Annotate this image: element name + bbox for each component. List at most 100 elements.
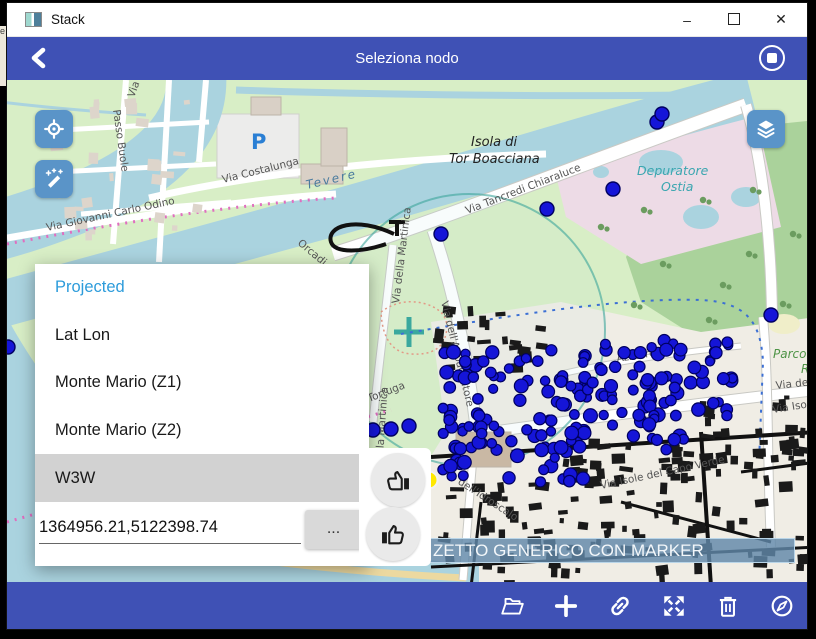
map-node-marker [665, 395, 676, 406]
map-building [154, 212, 165, 223]
map-node-marker [478, 356, 489, 367]
menu-item-montemario-z1[interactable]: Monte Mario (Z1) [35, 359, 369, 407]
map-building [88, 153, 98, 164]
map-street-label: Depuratore [637, 163, 709, 178]
map-building [796, 564, 804, 571]
map-building [563, 458, 570, 467]
map-tree-icon [712, 319, 717, 324]
map-node-marker [542, 385, 555, 398]
menu-item-w3w[interactable]: W3W [35, 454, 369, 502]
map-building [495, 312, 505, 317]
map-node-marker [643, 418, 656, 431]
map-node-marker [565, 426, 579, 440]
menu-item-latlon[interactable]: Lat Lon [35, 312, 369, 360]
map-building [479, 316, 486, 328]
open-folder-button[interactable] [499, 593, 525, 619]
map-node-marker [577, 472, 590, 485]
map-building [93, 102, 99, 112]
minimize-button[interactable]: – [677, 12, 697, 28]
stop-record-button[interactable] [759, 45, 785, 71]
layers-button[interactable] [747, 110, 785, 148]
map-building [457, 321, 468, 330]
map-building [160, 171, 174, 178]
map-building [81, 197, 93, 208]
locate-button[interactable] [35, 110, 73, 148]
map-tree-icon [641, 207, 647, 213]
coordinate-input[interactable] [39, 514, 301, 544]
map-node-marker [578, 358, 588, 368]
map-node-marker [546, 427, 555, 436]
thumb-confirm-button[interactable] [366, 507, 420, 561]
map-tree-icon [752, 253, 757, 258]
map-tree-icon [598, 224, 604, 230]
map-tree-icon [700, 197, 706, 203]
map-building [522, 522, 528, 530]
map-tree-icon [706, 317, 712, 323]
map-node-marker [514, 379, 528, 393]
compass-button[interactable] [769, 593, 795, 619]
map-tree-icon [631, 302, 637, 308]
menu-item-montemario-z2[interactable]: Monte Mario (Z2) [35, 407, 369, 455]
map-node-marker [647, 343, 656, 352]
map-building [497, 567, 505, 574]
menu-item-projected[interactable]: Projected [35, 264, 369, 312]
map-building [172, 225, 178, 231]
map-node-marker [540, 376, 549, 385]
map-node-marker [486, 346, 499, 359]
map-tree-icon [796, 233, 801, 238]
map-building [599, 495, 612, 503]
map-building [151, 174, 162, 185]
fit-extent-icon [661, 593, 687, 619]
map-feature [683, 205, 719, 229]
map-building [687, 476, 695, 482]
stop-icon [767, 53, 777, 63]
map-building [483, 521, 495, 533]
map-building [694, 563, 702, 574]
trash-button[interactable] [715, 593, 741, 619]
more-options-button[interactable]: ... [305, 510, 362, 549]
map-building [590, 460, 602, 470]
maximize-button[interactable] [724, 12, 744, 28]
map-building [716, 469, 721, 477]
map-building [558, 510, 568, 515]
link-icon [607, 593, 633, 619]
map-building [739, 518, 747, 525]
map-node-marker [655, 372, 668, 385]
map-canvas[interactable]: Via FosPasso BuolePVia CostalungaTevereV… [7, 80, 807, 582]
thumb-up-icon [379, 520, 407, 548]
map-building [656, 502, 662, 507]
thumb-reject-button[interactable] [371, 453, 425, 507]
page-title: Seleziona nodo [7, 50, 807, 67]
map-building [672, 449, 682, 458]
map-node-marker [556, 398, 569, 411]
map-building [672, 515, 679, 525]
map-node-marker [473, 394, 483, 404]
status-banner: ZETTO GENERICO CON MARKER [427, 538, 795, 563]
back-button[interactable] [27, 45, 53, 71]
map-tree-icon [780, 301, 786, 307]
map-node-marker [489, 421, 498, 430]
map-node-marker [506, 436, 517, 447]
title-bar: Stack – ✕ [7, 3, 807, 37]
coordinate-input-row: ... [35, 502, 369, 566]
map-node-marker [627, 430, 639, 442]
map-node-marker [605, 380, 618, 393]
magic-wand-button[interactable] [35, 160, 73, 198]
map-node-marker [485, 367, 496, 378]
compass-icon [769, 593, 795, 619]
map-node-marker [440, 366, 454, 380]
map-feature [731, 187, 761, 207]
map-node-marker [764, 308, 778, 322]
map-building [502, 496, 508, 501]
map-building [575, 568, 580, 573]
map-node-marker [464, 422, 473, 431]
fit-extent-button[interactable] [661, 593, 687, 619]
close-button[interactable]: ✕ [771, 11, 791, 28]
map-node-marker [671, 410, 682, 421]
add-button[interactable] [553, 593, 579, 619]
locate-icon [42, 117, 66, 141]
link-button[interactable] [607, 593, 633, 619]
map-node-marker [655, 107, 669, 121]
map-node-marker [669, 382, 680, 393]
window-title: Stack [51, 12, 677, 27]
